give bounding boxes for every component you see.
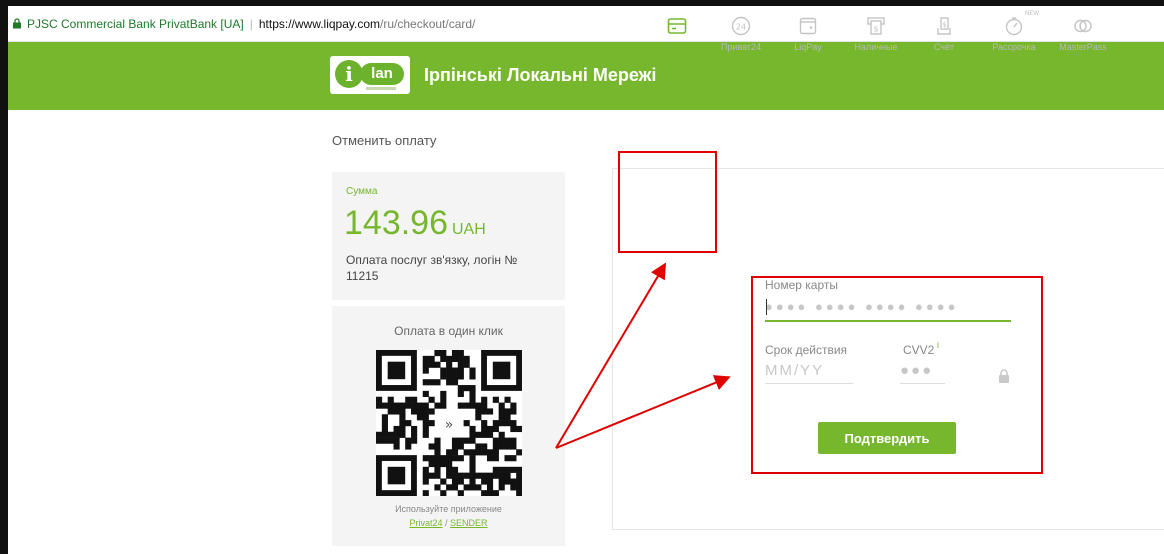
arrow-to-card-form <box>555 375 731 449</box>
annotation-arrows <box>555 262 731 449</box>
arrow-to-card-tab <box>555 262 667 449</box>
